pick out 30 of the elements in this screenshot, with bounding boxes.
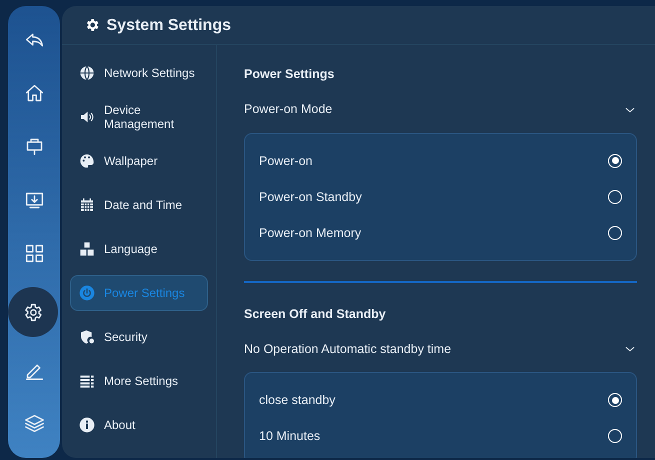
calendar-icon (79, 197, 95, 214)
menu-item[interactable]: About (70, 407, 208, 444)
radio-option[interactable]: Power-on (259, 142, 622, 179)
palette-icon (79, 153, 95, 170)
section-title: Power Settings (244, 66, 336, 84)
settings-icon (84, 17, 100, 34)
home-icon (24, 82, 44, 104)
power-icon (79, 285, 95, 302)
globe-icon (79, 65, 95, 82)
dropdown[interactable]: Power-on Mode (244, 100, 637, 119)
section-title: Screen Off and Standby (244, 306, 387, 323)
grid-icon (24, 243, 44, 264)
radio-option[interactable]: close standby (259, 382, 622, 418)
menu-item[interactable]: Date and Time (70, 187, 208, 224)
radio-option[interactable]: 10 Minutes (259, 418, 622, 454)
settings-icon (22, 302, 43, 323)
layers-icon (24, 413, 44, 434)
radio-option[interactable]: Power-on Standby (259, 178, 622, 215)
list-icon (79, 373, 95, 390)
window-title: System Settings (106, 16, 231, 35)
info-icon (79, 417, 95, 434)
menu-item[interactable]: More Settings (70, 363, 208, 400)
rail-button[interactable] (8, 287, 58, 338)
radio-option[interactable]: Power-on Memory (259, 214, 622, 251)
menu-item[interactable]: Wallpaper (70, 143, 208, 180)
menu-item[interactable]: Network Settings (70, 55, 208, 92)
menu-item[interactable]: Device Management (70, 99, 208, 136)
dropdown[interactable]: No Operation Automatic standby time (244, 340, 637, 358)
menu-item[interactable]: Language (70, 231, 208, 268)
menu-item[interactable]: Security (70, 319, 208, 356)
